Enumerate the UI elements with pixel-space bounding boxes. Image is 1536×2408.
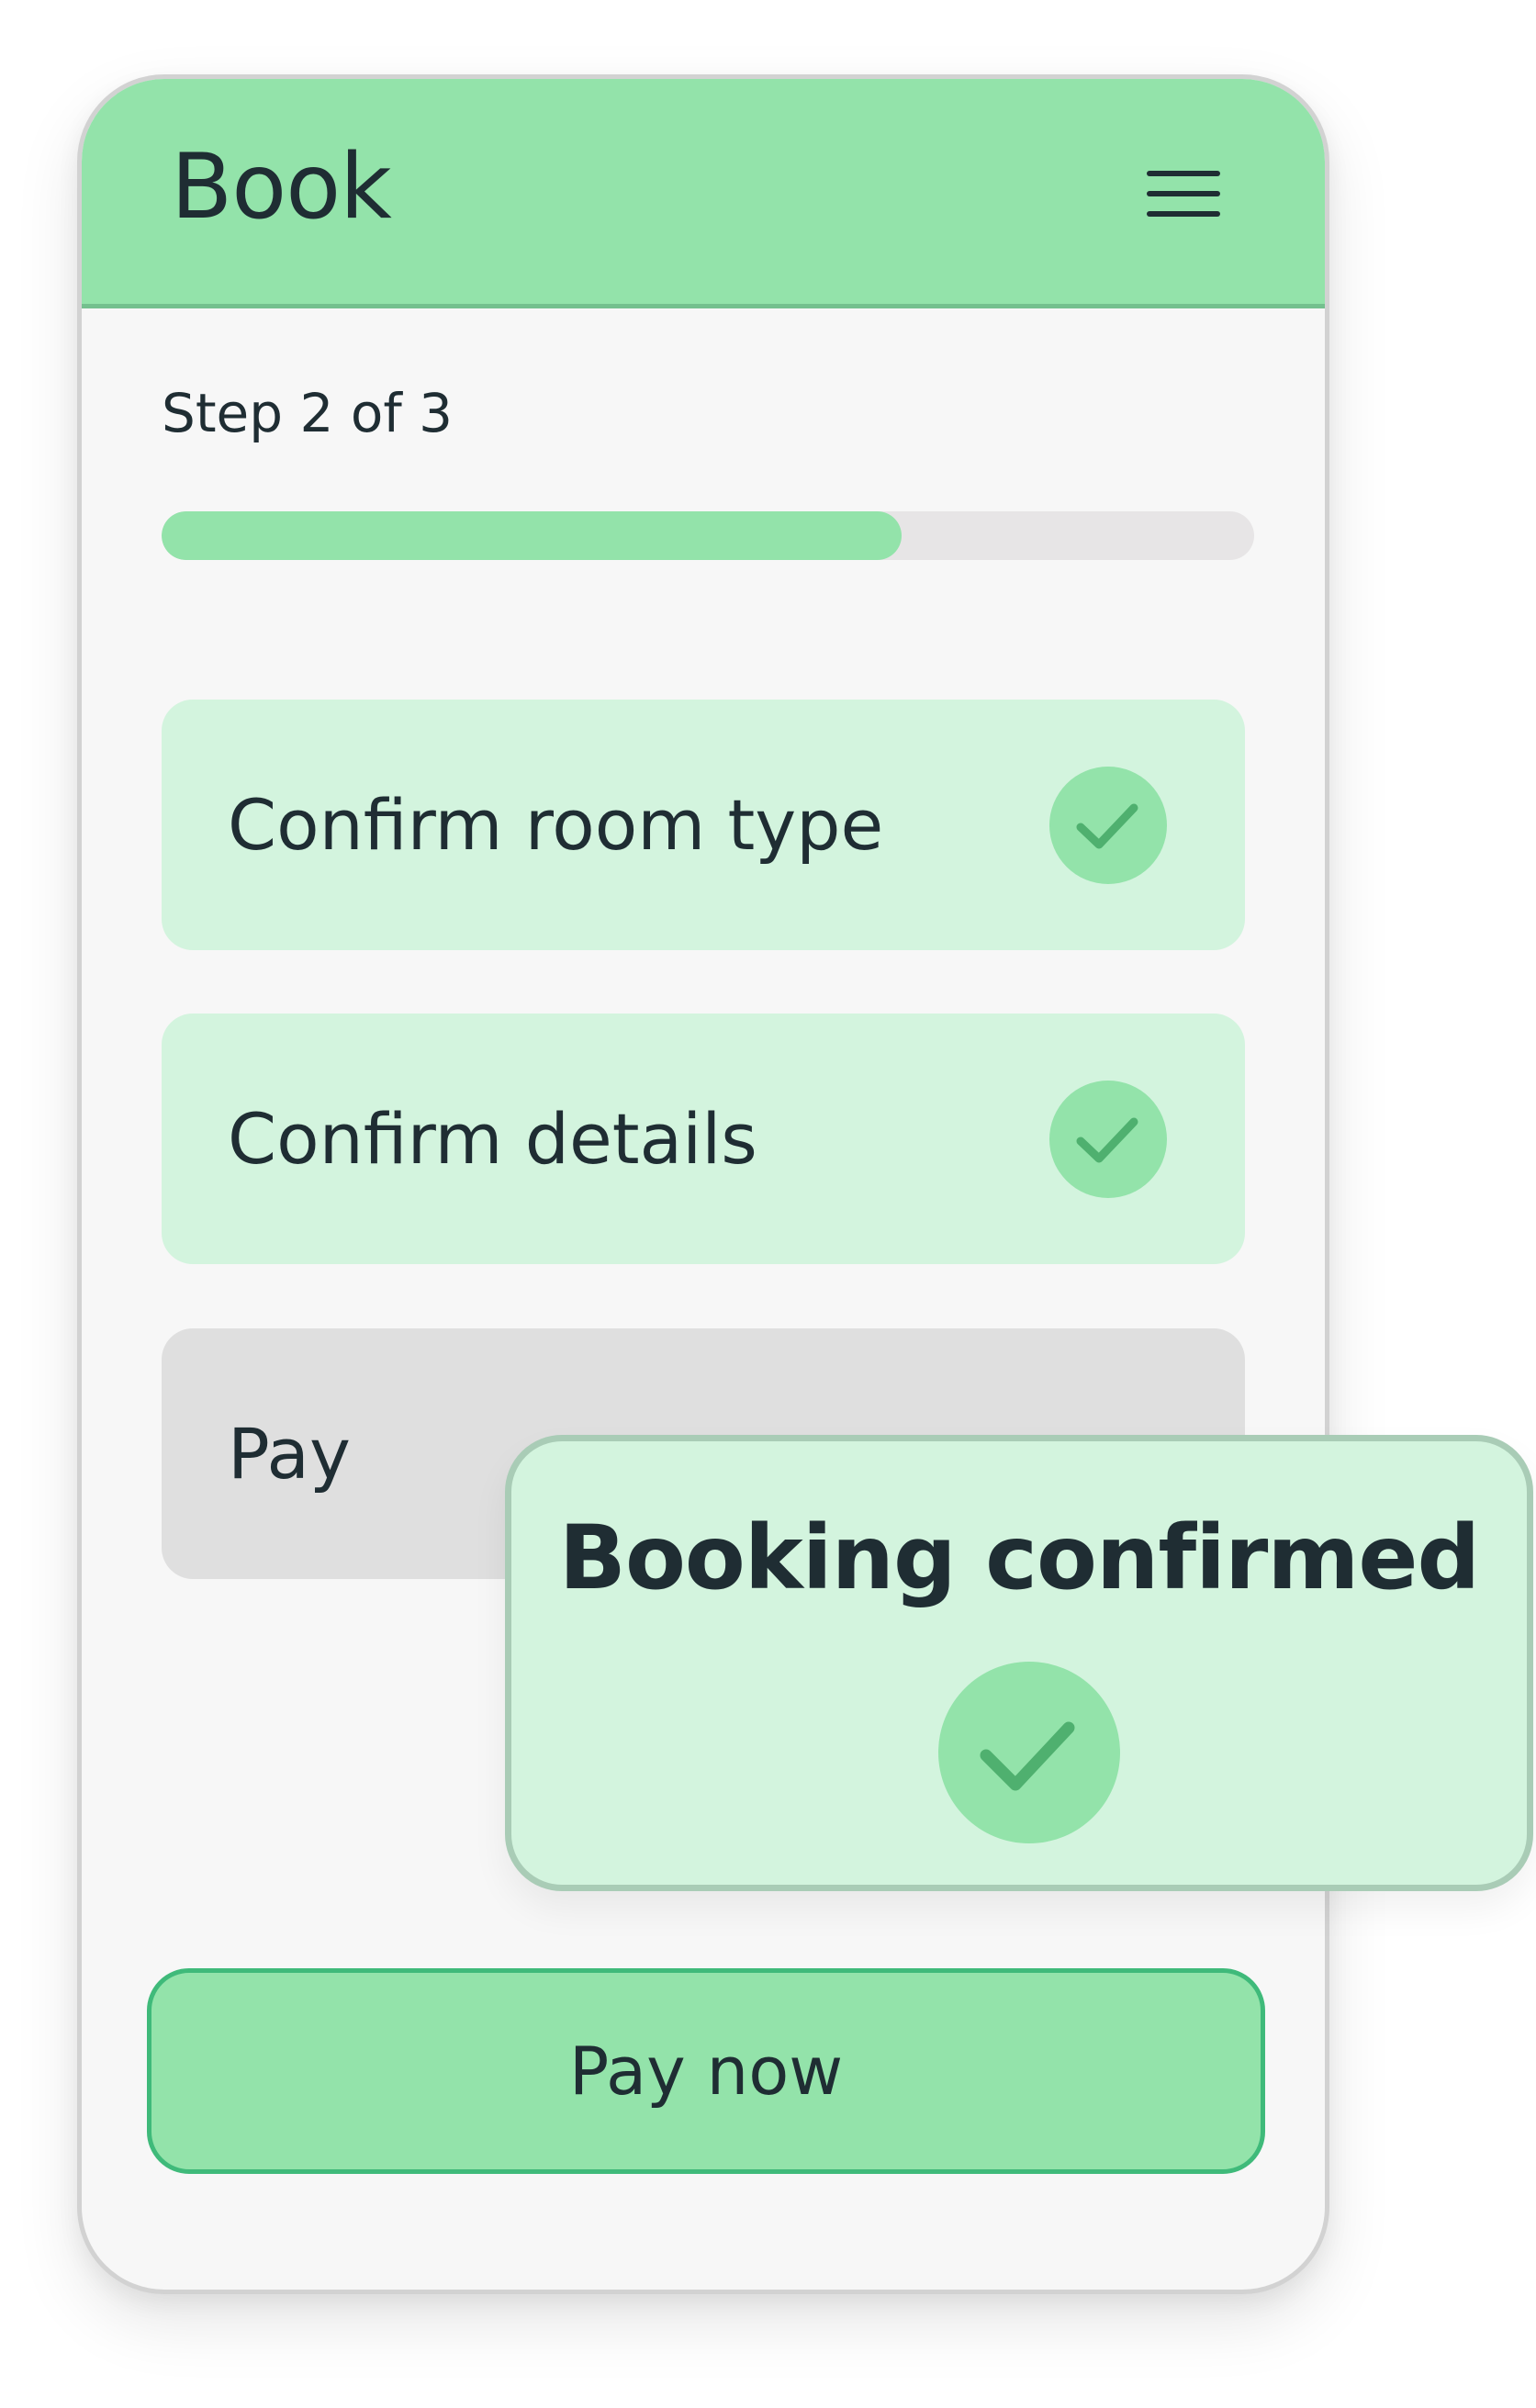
step-item-confirm-room-type[interactable]: Confirm room type [162, 700, 1245, 950]
pay-now-button[interactable]: Pay now [147, 1968, 1265, 2174]
booking-confirmed-toast: Booking confirmed [505, 1435, 1533, 1891]
menu-line [1147, 191, 1220, 196]
progress-bar [162, 511, 1254, 560]
check-icon [1049, 1081, 1167, 1198]
hamburger-menu-icon[interactable] [1147, 163, 1224, 226]
step-item-confirm-details[interactable]: Confirm details [162, 1014, 1245, 1264]
menu-line [1147, 171, 1220, 176]
phone-frame: Book Step 2 of 3 Confirm room type Confi… [77, 74, 1329, 2294]
toast-title: Booking confirmed [558, 1506, 1480, 1609]
step-item-label: Pay [228, 1413, 351, 1495]
app-title: Book [171, 135, 392, 240]
step-counter: Step 2 of 3 [162, 382, 454, 444]
check-icon [1049, 767, 1167, 884]
menu-line [1147, 211, 1220, 217]
step-item-label: Confirm room type [228, 784, 884, 866]
app-header: Book [82, 79, 1325, 308]
progress-bar-fill [162, 511, 902, 560]
check-icon [938, 1662, 1120, 1843]
step-item-label: Confirm details [228, 1098, 757, 1180]
